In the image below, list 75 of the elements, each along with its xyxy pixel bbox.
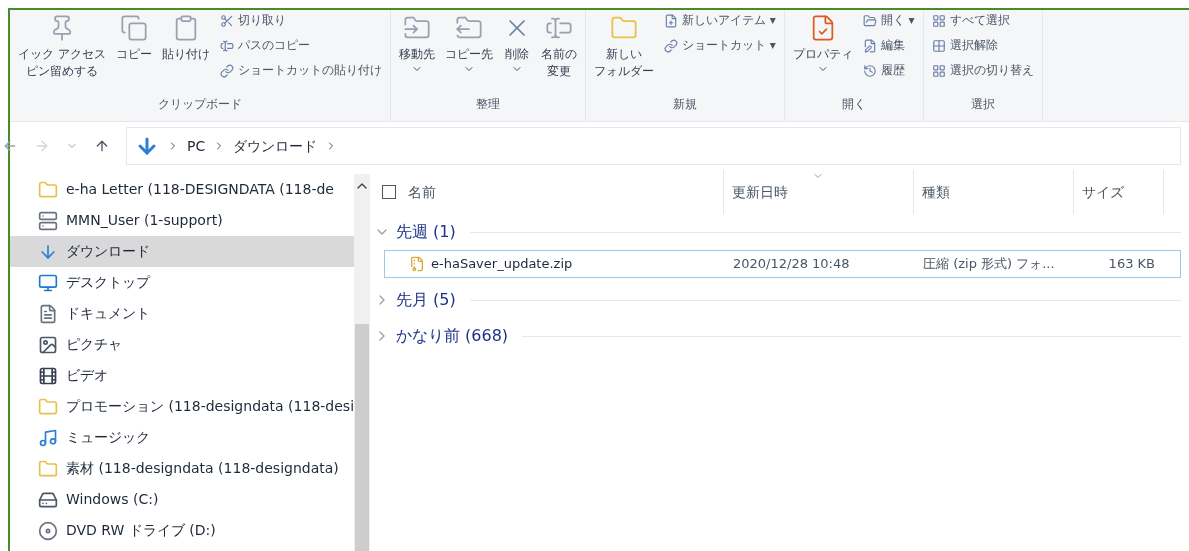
back-icon[interactable] <box>2 138 18 154</box>
nav-item[interactable]: ミュージック <box>10 422 355 453</box>
ribbon-small-button[interactable]: 編集 <box>862 37 915 54</box>
folder-icon <box>38 179 58 200</box>
group-header[interactable]: 先週 (1) <box>374 214 1181 250</box>
ribbon-small-button[interactable]: 履歴 <box>862 62 915 79</box>
ribbon-small-button[interactable]: 選択解除 <box>931 37 1034 54</box>
file-row[interactable]: e-haSaver_update.zip 2020/12/28 10:48 圧縮 (zip 形式) フォ... 163 KB <box>384 250 1181 278</box>
history-icon <box>862 63 877 78</box>
scrollbar[interactable] <box>354 174 371 551</box>
edit-icon <box>862 38 877 53</box>
nav-item[interactable]: ビデオ <box>10 360 355 391</box>
nav-item[interactable]: プロモーション (118-designdata (118-desi <box>10 391 355 422</box>
newitem-icon <box>663 13 678 28</box>
ribbon-button[interactable]: コピー先 <box>440 10 497 95</box>
folder-icon <box>38 458 58 479</box>
group-label: 新規 <box>671 96 698 113</box>
nav-item[interactable]: 素材 (118-designdata (118-designdata) <box>10 453 355 484</box>
nav-item[interactable]: ダウンロード <box>10 236 355 267</box>
ribbon-small-button[interactable]: 開く ▾ <box>862 12 915 29</box>
scrollbar-thumb[interactable] <box>355 324 370 551</box>
breadcrumb[interactable]: PC <box>187 135 206 157</box>
column-header[interactable]: 更新日時 <box>732 181 788 203</box>
group-label: 開く <box>840 96 867 113</box>
column-header[interactable]: 種類 <box>922 181 950 203</box>
ribbon-small-button[interactable]: 新しいアイテム ▾ <box>663 12 776 29</box>
ribbon-small-button[interactable]: すべて選択 <box>931 12 1034 29</box>
ribbon-button[interactable]: 名前の 変更 <box>536 10 581 95</box>
picture-icon <box>38 334 58 355</box>
nav-item[interactable]: MMN_User (1-support) <box>10 205 355 236</box>
drive-icon <box>38 210 58 231</box>
ribbon-small-button[interactable]: 選択の切り替え <box>931 62 1034 79</box>
file-name: e-haSaver_update.zip <box>431 255 573 274</box>
group-label: クリップボード <box>156 96 243 113</box>
film-icon <box>38 365 58 386</box>
file-size: 163 KB <box>1107 255 1156 274</box>
file-date: 2020/12/28 10:48 <box>732 255 851 274</box>
group-label: 整理 <box>474 96 501 113</box>
ribbon-button[interactable]: 貼り付け <box>157 10 214 95</box>
nav-item[interactable]: Windows (C:) <box>10 484 355 515</box>
ribbon-small-button[interactable]: 切り取り <box>219 12 382 29</box>
ribbon-button[interactable]: 削除 <box>498 10 535 95</box>
address-bar[interactable]: PC ダウンロード <box>126 127 1181 165</box>
copy-icon <box>119 14 148 42</box>
ribbon-button[interactable]: プロパティ <box>788 10 857 95</box>
file-type: 圧縮 (zip 形式) フォ... <box>922 255 1056 274</box>
ribbon-small-button[interactable]: パスのコピー <box>219 37 382 54</box>
group-label: 選択 <box>969 96 996 113</box>
music-note-icon <box>38 427 58 448</box>
open-icon <box>862 13 877 28</box>
checkbox[interactable] <box>382 185 396 199</box>
selectall-icon <box>931 13 946 28</box>
group-header[interactable]: かなり前 (668) <box>374 318 1181 354</box>
disc-icon <box>38 520 58 541</box>
folder-icon <box>38 396 58 417</box>
up-icon[interactable] <box>94 138 110 154</box>
cut-icon <box>219 13 234 28</box>
nav-item[interactable]: ドキュメント <box>10 298 355 329</box>
monitor-icon <box>38 272 58 293</box>
ribbon-button[interactable]: 新しい フォルダー <box>589 10 658 95</box>
breadcrumb[interactable]: ダウンロード <box>233 135 318 157</box>
nav-item[interactable]: DVD RW ドライブ (D:) <box>10 515 355 546</box>
group-header[interactable]: 先月 (5) <box>374 282 1181 318</box>
nav-item[interactable]: デスクトップ <box>10 267 355 298</box>
ribbon-small-button[interactable]: ショートカット ▾ <box>663 37 776 54</box>
nav-item[interactable]: e-ha Letter (118-DESIGNDATA (118-de <box>10 174 355 205</box>
ribbon-small-button[interactable]: ショートカットの貼り付け <box>219 62 382 79</box>
nav-item[interactable]: ピクチャ <box>10 329 355 360</box>
document-icon <box>38 303 58 324</box>
ribbon-button[interactable]: 移動先 <box>394 10 439 95</box>
ribbon-button[interactable]: イック アクセス ピン留めする <box>14 10 110 95</box>
column-header[interactable]: サイズ <box>1082 181 1124 203</box>
ribbon-button[interactable]: コピー <box>111 10 156 95</box>
zip-file-icon <box>409 256 425 272</box>
column-header[interactable]: 名前 <box>408 181 436 203</box>
